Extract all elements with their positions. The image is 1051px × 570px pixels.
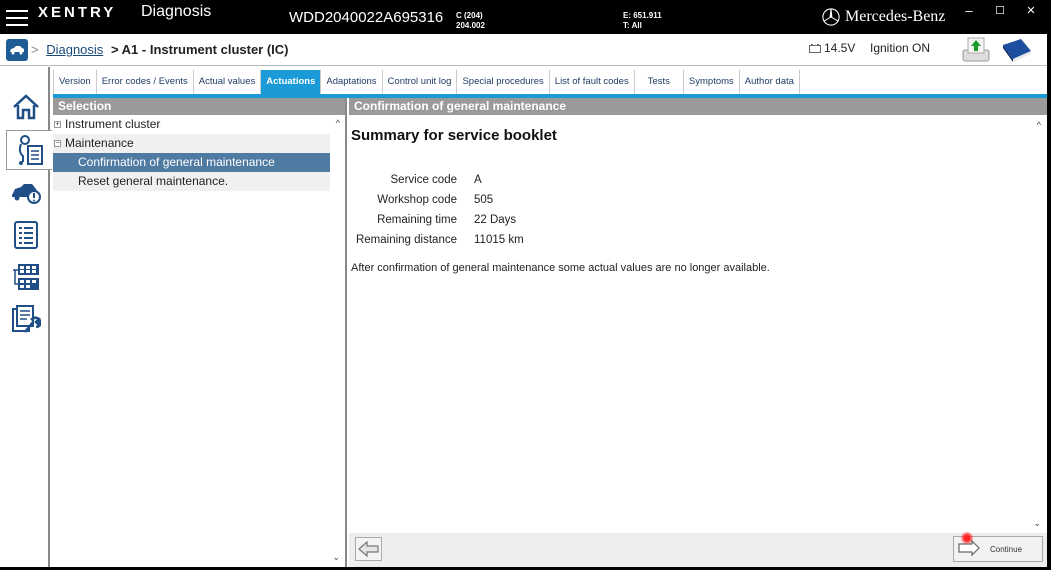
breadcrumb: > Diagnosis > A1 - Instrument cluster (I… (31, 42, 289, 57)
back-button[interactable] (355, 537, 382, 561)
breadcrumb-current: > A1 - Instrument cluster (IC) (110, 42, 289, 57)
field-remaining-distance: Remaining distance 11015 km (349, 230, 524, 250)
battery-status: 14.5V (809, 41, 855, 55)
left-navigation (0, 67, 52, 567)
brand-logo: XENTRY (38, 4, 117, 21)
engine-line-2: T: All (623, 21, 642, 30)
content-panel: Confirmation of general maintenance Summ… (349, 98, 1047, 567)
ignition-status: Ignition ON (870, 41, 931, 55)
field-workshop-code: Workshop code 505 (349, 190, 524, 210)
printer-upload-icon (962, 37, 990, 62)
content-header: Confirmation of general maintenance (349, 98, 1047, 115)
nav-documents-tools[interactable] (4, 299, 48, 339)
tree-item-confirmation-general-maintenance[interactable]: Confirmation of general maintenance (53, 153, 330, 172)
upload-print-button[interactable] (961, 36, 991, 64)
breadcrumb-bar: > Diagnosis > A1 - Instrument cluster (I… (0, 34, 1047, 66)
vin-number: WDD2040022A695316 (289, 9, 444, 26)
home-icon (13, 94, 39, 120)
field-value: 22 Days (474, 214, 517, 226)
nav-vehicle-warning[interactable] (4, 173, 48, 213)
selection-scroll-down[interactable]: ⌄ (332, 552, 340, 563)
tree-item-maintenance[interactable]: − Maintenance (53, 134, 330, 153)
continue-label: Continue (990, 544, 1023, 554)
continue-button[interactable]: Continue (953, 536, 1043, 562)
manufacturer-name: Mercedes-Benz (845, 8, 946, 25)
tab-version[interactable]: Version (54, 70, 97, 94)
xentry-window: XENTRY Diagnosis WDD2040022A695316 C (20… (0, 0, 1051, 570)
list-icon (14, 221, 38, 249)
app-name: Diagnosis (141, 3, 212, 20)
battery-icon (809, 43, 821, 53)
tab-error-codes[interactable]: Error codes / Events (96, 70, 194, 94)
manual-button[interactable] (1001, 37, 1033, 63)
vehicle-warning-icon (12, 184, 41, 204)
engine-info: E: 651.911 T: All (623, 11, 662, 31)
battery-voltage: 14.5V (824, 41, 856, 55)
field-label: Remaining distance (355, 234, 457, 246)
model-info: C (204) 204.002 (456, 11, 485, 31)
content-scroll-up[interactable]: ^ (1037, 120, 1041, 130)
service-fields: Service code A Workshop code 505 Remaini… (349, 170, 524, 250)
menu-icon[interactable] (6, 10, 28, 26)
minimize-button[interactable]: – (958, 3, 980, 18)
breadcrumb-separator: > (31, 42, 39, 57)
breadcrumb-diagnosis-link[interactable]: Diagnosis (46, 42, 103, 57)
diagnosis-icon (18, 135, 43, 165)
car-icon (10, 46, 24, 55)
field-value: A (474, 174, 482, 186)
continue-arrow-icon (958, 539, 980, 557)
tab-actual-values[interactable]: Actual values (193, 70, 262, 94)
tab-tests[interactable]: Tests (634, 70, 684, 94)
collapse-icon[interactable]: − (54, 140, 61, 147)
content-scroll-down[interactable]: ⌄ (1033, 518, 1041, 529)
field-label: Workshop code (377, 194, 457, 206)
tree-item-reset-general-maintenance[interactable]: Reset general maintenance. (53, 172, 330, 191)
mercedes-logo: Mercedes-Benz (822, 8, 945, 26)
field-service-code: Service code A (349, 170, 524, 190)
maintenance-note: After confirmation of general maintenanc… (351, 262, 770, 274)
document-tools-icon (12, 305, 41, 333)
tab-author-data[interactable]: Author data (739, 70, 800, 94)
nav-list[interactable] (4, 215, 48, 255)
engine-line-1: E: 651.911 (623, 11, 662, 20)
control-units-icon (13, 264, 39, 290)
tab-bar: Version Error codes / Events Actual valu… (53, 70, 800, 94)
selection-header: Selection (53, 98, 345, 115)
selection-panel: Selection + Instrument cluster − Mainten… (53, 98, 347, 567)
maximize-button[interactable]: ☐ (989, 4, 1011, 17)
vehicle-button[interactable] (6, 39, 28, 61)
action-footer: Continue (349, 533, 1047, 567)
arrow-left-icon (357, 540, 379, 558)
nav-home[interactable] (4, 87, 48, 127)
tab-list-of-fault-codes[interactable]: List of fault codes (549, 70, 635, 94)
tree-item-label: Maintenance (65, 136, 134, 150)
tab-adaptations[interactable]: Adaptations (321, 70, 383, 94)
close-button[interactable]: ✕ (1020, 4, 1042, 17)
tab-special-procedures[interactable]: Special procedures (457, 70, 550, 94)
tree-item-instrument-cluster[interactable]: + Instrument cluster (53, 115, 330, 134)
field-label: Remaining time (377, 214, 457, 226)
model-line-2: 204.002 (456, 21, 485, 30)
field-label: Service code (390, 174, 457, 186)
mercedes-star-icon (822, 8, 840, 26)
tab-actuations[interactable]: Actuations (261, 70, 322, 94)
expand-icon[interactable]: + (54, 121, 61, 128)
book-icon (1003, 39, 1031, 62)
tree-item-label: Instrument cluster (65, 117, 161, 131)
nav-diagnosis[interactable] (6, 130, 52, 170)
tab-control-unit-log[interactable]: Control unit log (382, 70, 458, 94)
selection-scroll-up[interactable]: ^ (336, 118, 340, 128)
field-value: 505 (474, 194, 494, 206)
model-line-1: C (204) (456, 11, 483, 20)
summary-title: Summary for service booklet (351, 127, 557, 144)
main-area: > Diagnosis > A1 - Instrument cluster (I… (0, 34, 1047, 567)
tab-symptoms[interactable]: Symptoms (683, 70, 740, 94)
field-value: 11015 km (474, 234, 524, 246)
nav-control-units[interactable] (4, 257, 48, 297)
title-bar: XENTRY Diagnosis WDD2040022A695316 C (20… (0, 0, 1051, 34)
field-remaining-time: Remaining time 22 Days (349, 210, 524, 230)
